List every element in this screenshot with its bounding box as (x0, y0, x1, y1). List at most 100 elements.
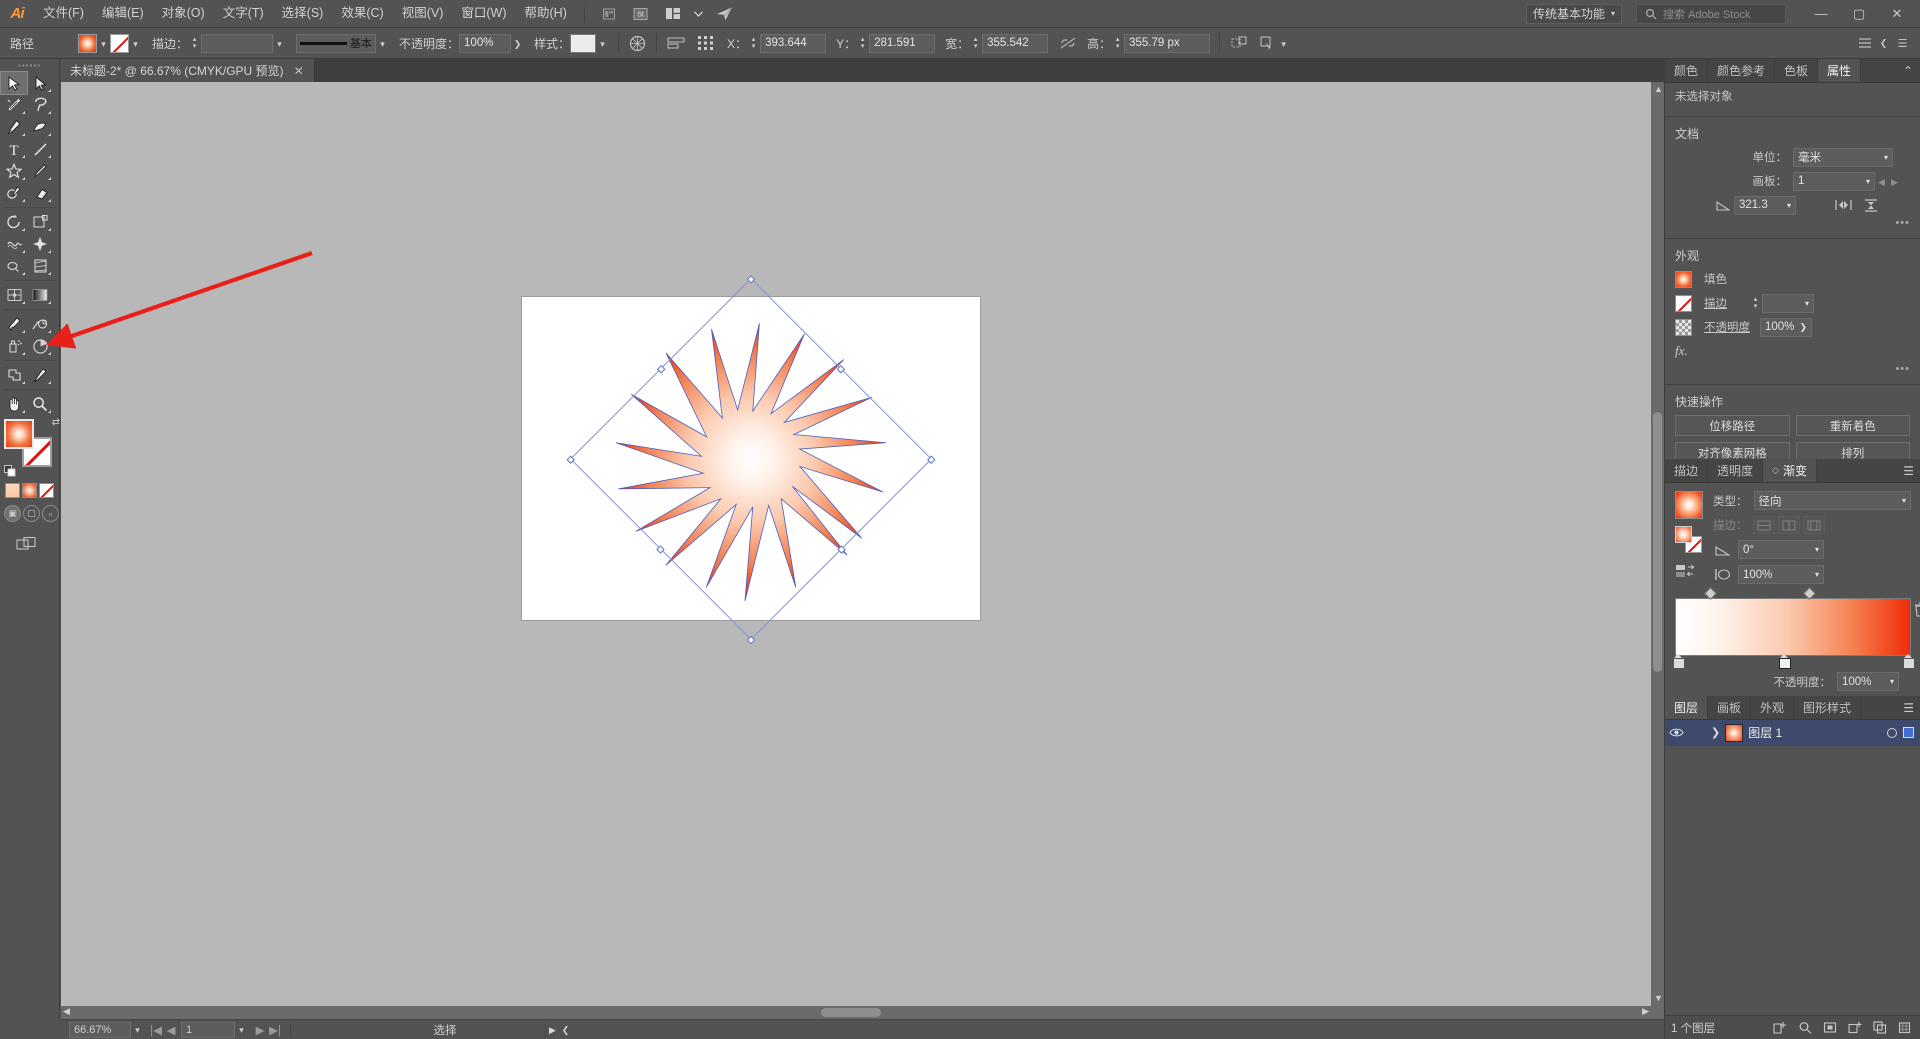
chevron-down-icon[interactable] (692, 3, 706, 25)
x-input[interactable]: 393.644 (760, 33, 827, 53)
stroke-weight-chevron-down-icon[interactable]: ▾ (273, 34, 286, 53)
direct-selection-tool[interactable] (27, 72, 53, 94)
hand-tool[interactable] (1, 393, 27, 415)
tab-color-guide[interactable]: 颜色参考 (1708, 59, 1776, 82)
screen-full-icon[interactable]: ▫ (42, 505, 59, 522)
selection-square-icon[interactable] (1903, 727, 1914, 738)
link-dimensions-icon[interactable] (1058, 34, 1077, 53)
artboard-tool[interactable] (1, 364, 27, 386)
menu-object[interactable]: 对象(O) (153, 0, 214, 27)
new-layer-icon[interactable] (1848, 1021, 1862, 1034)
stroke-swatch[interactable] (1675, 294, 1692, 312)
none-slash-icon[interactable] (39, 483, 54, 498)
gradient-angle-input[interactable]: 0° ▾ (1738, 540, 1824, 559)
canvas-horizontal-scrollbar[interactable]: ◀ ▶ (61, 1006, 1651, 1019)
scroll-up-icon[interactable]: ▲ (1654, 84, 1663, 94)
tab-stroke[interactable]: 描边 (1665, 459, 1709, 482)
gradient-stop-0[interactable] (1673, 655, 1683, 667)
gradient-type-select[interactable]: 径向 ▾ (1753, 491, 1911, 510)
control-bar-chevron-icon[interactable]: ❮ (1874, 34, 1893, 53)
gradient-stop-2[interactable] (1903, 655, 1913, 667)
gradient-swatch-icon[interactable] (22, 483, 37, 498)
lasso-tool[interactable] (27, 94, 53, 116)
panel-options-icon[interactable] (1855, 34, 1874, 53)
menu-select[interactable]: 选择(S) (273, 0, 333, 27)
stroke-gradient-within-icon[interactable] (1752, 516, 1775, 534)
menu-file[interactable]: 文件(F) (34, 0, 93, 27)
bleed-input[interactable]: 321.3 ▾ (1734, 195, 1796, 215)
recolor-button[interactable]: 重新着色 (1795, 415, 1910, 436)
menu-type[interactable]: 文字(T) (214, 0, 273, 27)
stroke-none-swatch[interactable] (110, 33, 129, 53)
panel-menu-icon[interactable]: ⌃ (1896, 59, 1920, 82)
share-icon[interactable] (712, 3, 738, 25)
menu-window[interactable]: 窗口(W) (452, 0, 515, 27)
eye-icon[interactable] (1669, 727, 1687, 738)
style-chevron-down-icon[interactable]: ▾ (596, 34, 609, 53)
opacity-expand-icon[interactable]: ❯ (511, 34, 524, 53)
shaper-tool[interactable] (1, 182, 27, 204)
transform-icon[interactable] (1229, 34, 1248, 53)
height-input[interactable]: 355.79 px (1124, 33, 1211, 53)
stroke-weight-input[interactable] (201, 33, 274, 53)
gradient-fill-box[interactable] (1675, 526, 1692, 543)
zoom-level-input[interactable]: 66.67% (69, 1021, 131, 1038)
tab-transparency[interactable]: 透明度 (1708, 459, 1764, 482)
scroll-left-icon[interactable]: ◀ (63, 1006, 70, 1017)
gradient-fill-stroke-toggle[interactable] (1675, 526, 1703, 554)
opacity-input[interactable]: 100% (459, 33, 512, 53)
tab-color[interactable]: 颜色 (1665, 59, 1709, 82)
width-tool[interactable] (1, 233, 27, 255)
curvature-tool[interactable] (27, 116, 53, 138)
fx-button[interactable]: fx. (1675, 343, 1688, 359)
rotate-tool[interactable] (1, 211, 27, 233)
stroke-weight-stepper[interactable]: ▴ ▾ (188, 34, 201, 53)
stroke-swatch-chevron-down-icon[interactable]: ▾ (129, 34, 142, 53)
duplicate-layer-icon[interactable] (1873, 1021, 1887, 1034)
width-input[interactable]: 355.542 (982, 33, 1049, 53)
bridge-icon[interactable] (596, 3, 622, 25)
radial-starburst-artwork[interactable] (566, 274, 936, 644)
panel-menu-icon[interactable]: ☰ (1896, 459, 1920, 482)
gradient-opacity-input[interactable]: 100% ▾ (1837, 672, 1899, 691)
document-setup-icon[interactable] (1861, 196, 1880, 215)
scroll-down-icon[interactable]: ▼ (1654, 993, 1663, 1003)
panel-menu-icon[interactable]: ☰ (1896, 696, 1920, 719)
tab-artboards[interactable]: 画板 (1708, 696, 1752, 719)
maximize-button[interactable]: ▢ (1840, 0, 1878, 27)
fill-gradient-indicator[interactable] (4, 419, 34, 449)
horizontal-scroll-thumb[interactable] (821, 1008, 881, 1017)
y-stepper[interactable]: ▴ ▾ (856, 34, 869, 53)
selection-tool[interactable] (0, 71, 28, 95)
transform-reference-icon[interactable] (695, 34, 717, 53)
pen-tool[interactable] (1, 116, 27, 138)
handle-bottom-right[interactable] (746, 635, 756, 644)
target-circle-icon[interactable] (1887, 727, 1897, 738)
handle-top-left[interactable] (746, 274, 756, 283)
next-artboard-icon[interactable]: ▶ (1888, 172, 1901, 191)
delete-layer-icon[interactable] (1898, 1021, 1911, 1034)
first-page-icon[interactable]: |◀ (149, 1023, 163, 1037)
panel-stroke-stepper[interactable]: ▴ ▾ (1749, 294, 1762, 313)
gradient-preview-swatch[interactable] (1675, 491, 1703, 519)
eyedropper-tool[interactable] (1, 313, 27, 335)
appearance-options-dots[interactable]: ••• (1665, 363, 1920, 377)
zoom-chevron-down-icon[interactable]: ▾ (131, 1020, 144, 1039)
close-button[interactable]: ✕ (1878, 0, 1916, 27)
prev-page-icon[interactable]: ◀ (164, 1023, 178, 1037)
stock-icon[interactable]: St (628, 3, 654, 25)
height-stepper[interactable]: ▴ ▾ (1111, 34, 1124, 53)
new-sublayer-icon[interactable] (1773, 1021, 1787, 1034)
stock-search-input[interactable]: 搜索 Adobe Stock (1636, 3, 1786, 24)
panel-opacity-input[interactable]: 100% ❯ (1760, 317, 1812, 337)
opacity-checker-swatch[interactable] (1675, 318, 1692, 336)
stroke-profile-chevron-down-icon[interactable]: ▾ (376, 34, 389, 53)
tab-swatches[interactable]: 色板 (1775, 59, 1819, 82)
swap-fill-stroke-icon[interactable]: ⇄ (52, 417, 60, 428)
tab-gradient[interactable]: ◇ 渐变 (1763, 459, 1817, 482)
gradient-tool[interactable] (27, 284, 53, 306)
arrange-documents-icon[interactable] (660, 3, 686, 25)
shape-tool[interactable] (1, 160, 27, 182)
graph-tool[interactable] (27, 335, 53, 357)
layer-name[interactable]: 图层 1 (1748, 724, 1782, 741)
